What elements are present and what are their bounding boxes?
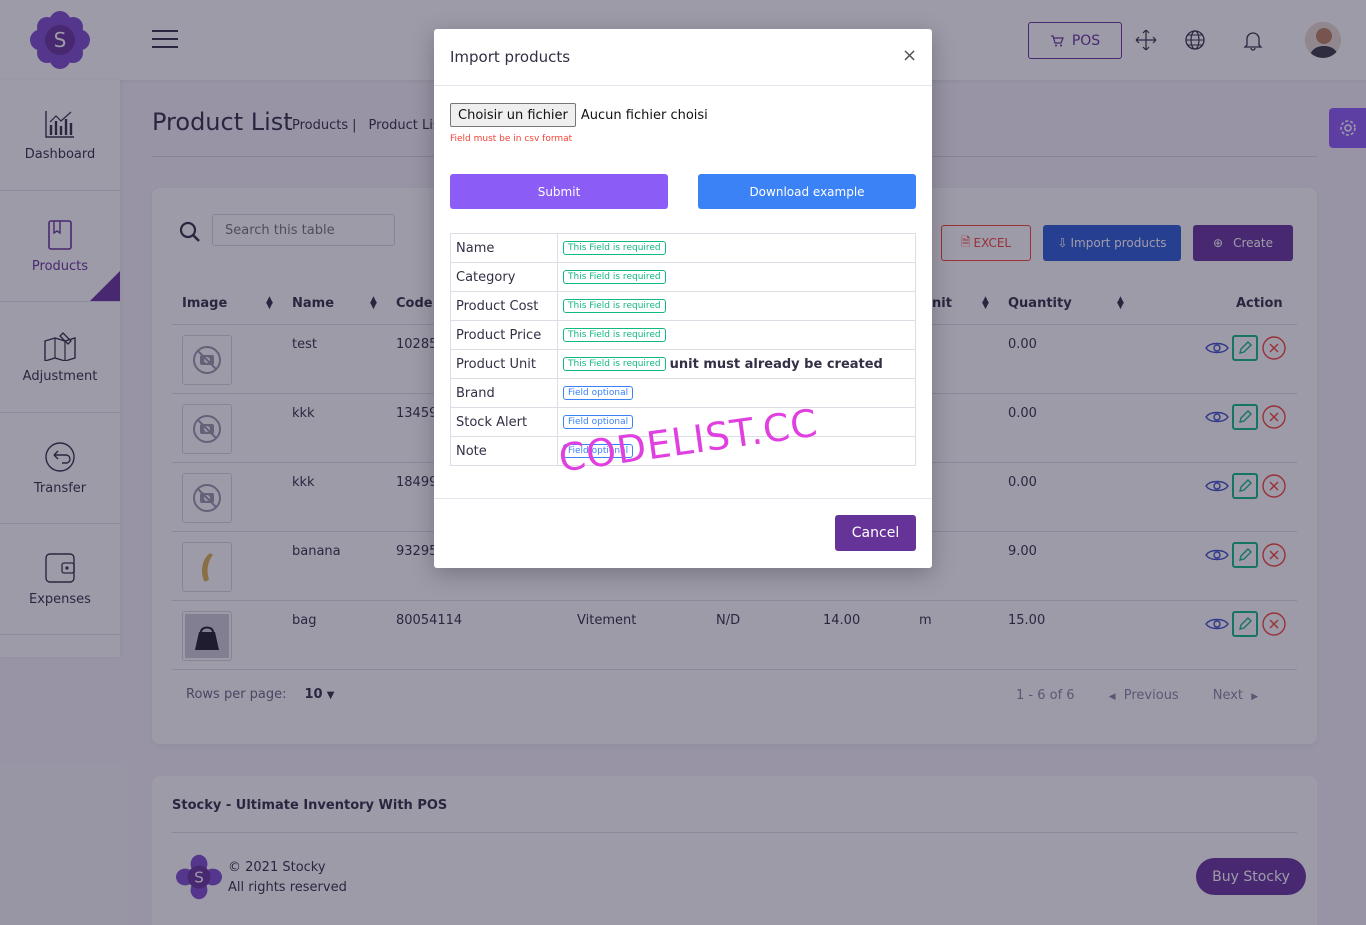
- field-requirement: Field optional: [557, 378, 916, 408]
- file-input[interactable]: Choisir un fichier Aucun fichier choisi: [450, 103, 708, 127]
- required-badge: This Field is required: [563, 328, 666, 342]
- import-field-row: Product Price This Field is required: [450, 320, 916, 350]
- field-name: Product Unit: [450, 349, 558, 379]
- file-format-hint: Field must be in csv format: [450, 134, 573, 144]
- field-name: Product Price: [450, 320, 558, 350]
- import-field-row: Name This Field is required: [450, 233, 916, 263]
- modal-title: Import products: [450, 48, 571, 66]
- field-requirement: This Field is required: [557, 233, 916, 263]
- cancel-button[interactable]: Cancel: [835, 515, 916, 551]
- field-name: Note: [450, 436, 558, 466]
- import-field-row: Category This Field is required: [450, 262, 916, 292]
- choose-file-button[interactable]: Choisir un fichier: [450, 103, 576, 127]
- file-status-text: Aucun fichier choisi: [580, 107, 708, 123]
- field-requirement: This Field is required: [557, 291, 916, 321]
- required-badge: This Field is required: [563, 357, 666, 371]
- import-field-row: Product Unit This Field is required unit m…: [450, 349, 916, 379]
- modal-footer-divider: [434, 498, 932, 499]
- import-field-row: Brand Field optional: [450, 378, 916, 408]
- close-icon[interactable]: ×: [902, 45, 917, 66]
- field-note: unit must already be created: [669, 356, 883, 372]
- field-name: Stock Alert: [450, 407, 558, 437]
- required-badge: This Field is required: [563, 241, 666, 255]
- field-name: Product Cost: [450, 291, 558, 321]
- import-products-modal: Import products × Choisir un fichier Auc…: [434, 29, 932, 568]
- modal-header: Import products ×: [434, 29, 932, 86]
- field-requirement: This Field is required: [557, 262, 916, 292]
- field-requirement: This Field is required unit must already …: [557, 349, 916, 379]
- field-name: Brand: [450, 378, 558, 408]
- optional-badge: Field optional: [563, 386, 634, 400]
- required-badge: This Field is required: [563, 270, 666, 284]
- submit-button[interactable]: Submit: [450, 174, 668, 209]
- field-name: Name: [450, 233, 558, 263]
- field-name: Category: [450, 262, 558, 292]
- required-badge: This Field is required: [563, 299, 666, 313]
- import-field-row: Product Cost This Field is required: [450, 291, 916, 321]
- field-requirement: This Field is required: [557, 320, 916, 350]
- download-example-button[interactable]: Download example: [698, 174, 916, 209]
